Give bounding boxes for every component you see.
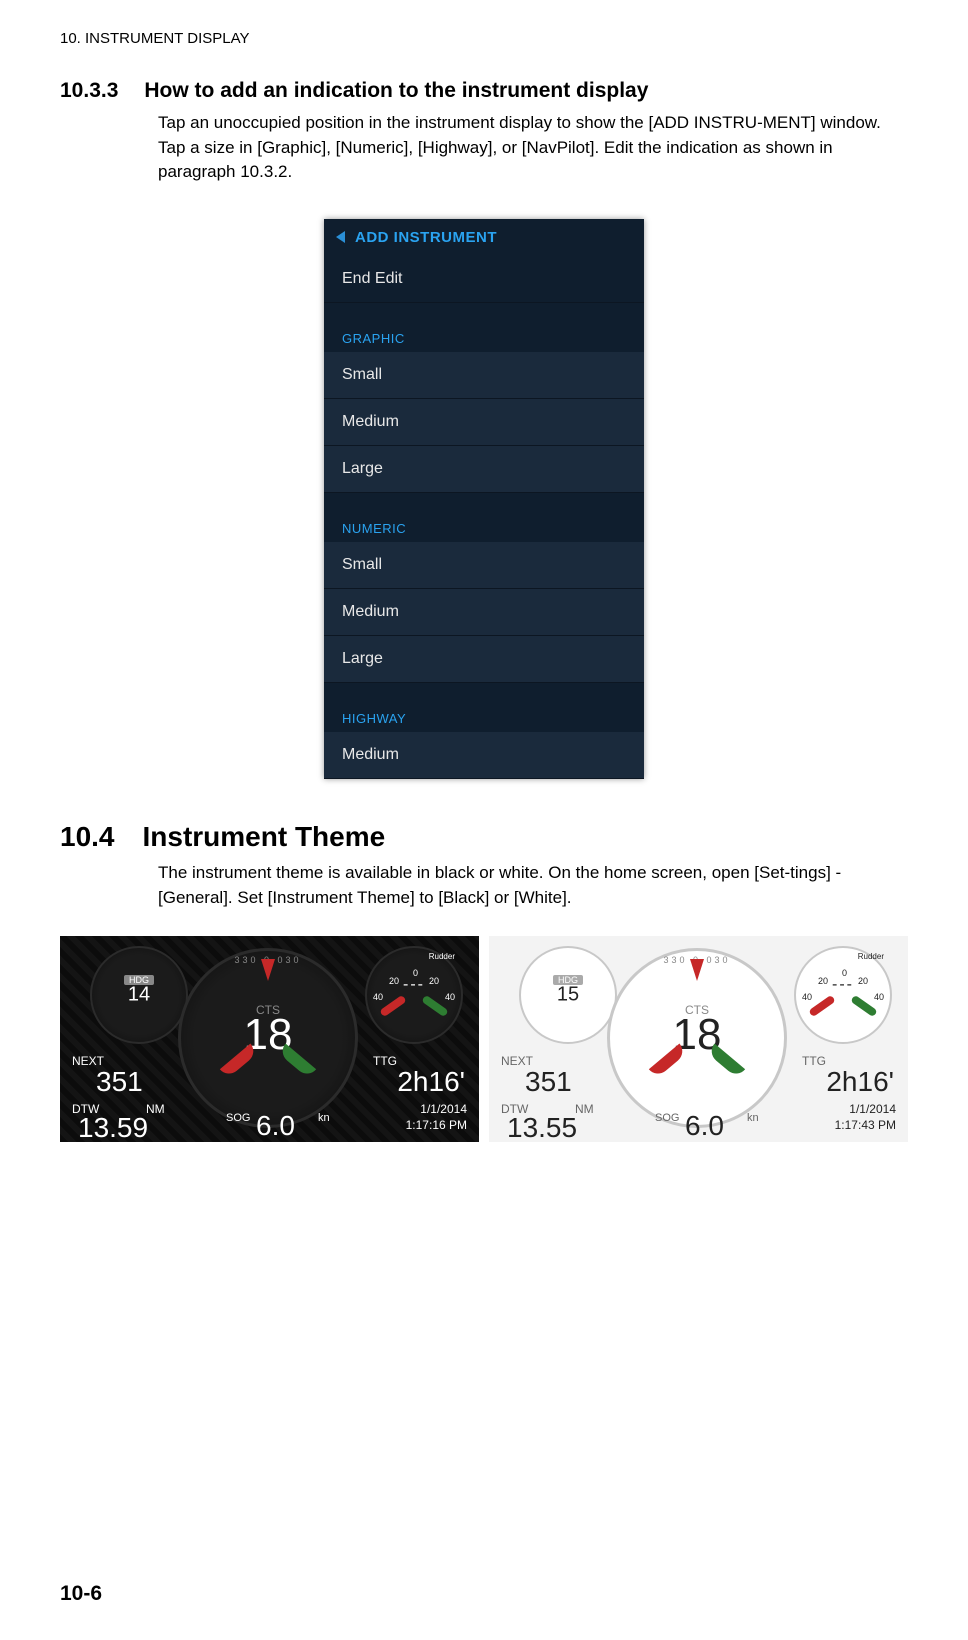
hdg-gauge: HDG 14: [90, 946, 188, 1044]
date-value: 1/1/2014: [420, 1102, 467, 1116]
rudder-label: Rudder: [858, 952, 884, 961]
page-number: 10-6: [60, 1582, 102, 1606]
panel-spacer: [324, 683, 644, 701]
rudder-scale-20l: 20: [389, 976, 399, 986]
panel-title: ADD INSTRUMENT: [355, 229, 497, 246]
ttg-value: 2h16': [826, 1066, 894, 1098]
sog-label: SOG: [226, 1112, 250, 1124]
section-title: How to add an indication to the instrume…: [144, 79, 648, 103]
rudder-scale-40r: 40: [445, 992, 455, 1002]
sog-value: 6.0: [256, 1110, 295, 1142]
category-highway: HIGHWAY: [324, 701, 644, 732]
rudder-scale-0: 0: [842, 968, 847, 978]
pointer-icon: [690, 959, 704, 981]
h2-body: The instrument theme is available in bla…: [158, 861, 908, 910]
sog-value: 6.0: [685, 1110, 724, 1142]
dtw-value: 13.55: [507, 1112, 577, 1142]
numeric-medium-row[interactable]: Medium: [324, 589, 644, 636]
panel-spacer: [324, 493, 644, 511]
rudder-scale-20r: 20: [429, 976, 439, 986]
section-10-3-3-heading: 10.3.3 How to add an indication to the i…: [60, 79, 908, 103]
rudder-label: Rudder: [429, 952, 455, 961]
rudder-scale-40l: 40: [373, 992, 383, 1002]
h2-title: Instrument Theme: [143, 821, 386, 853]
rudder-gauge: Rudder --- 40 20 0 20 40: [365, 946, 463, 1044]
hdg-gauge: HDG 15: [519, 946, 617, 1044]
dtw-unit: NM: [575, 1102, 594, 1116]
h2-number: 10.4: [60, 821, 115, 853]
numeric-small-row[interactable]: Small: [324, 542, 644, 589]
sog-unit: kn: [318, 1112, 330, 1124]
add-instrument-panel: ADD INSTRUMENT End Edit GRAPHIC Small Me…: [324, 219, 644, 779]
dtw-unit: NM: [146, 1102, 165, 1116]
category-graphic: GRAPHIC: [324, 321, 644, 352]
chapter-header: 10. INSTRUMENT DISPLAY: [60, 30, 908, 47]
rudder-scale-20l: 20: [818, 976, 828, 986]
ttg-value: 2h16': [397, 1066, 465, 1098]
hdg-value: 15: [521, 984, 615, 1007]
add-instrument-figure: ADD INSTRUMENT End Edit GRAPHIC Small Me…: [60, 219, 908, 779]
numeric-large-row[interactable]: Large: [324, 636, 644, 683]
next-value: 351: [96, 1066, 143, 1098]
date-value: 1/1/2014: [849, 1102, 896, 1116]
cts-gauge: 330 0 030 CTS 18: [178, 948, 358, 1128]
panel-header[interactable]: ADD INSTRUMENT: [324, 219, 644, 256]
rudder-red-icon: [379, 995, 407, 1018]
ttg-label: TTG: [373, 1054, 397, 1068]
next-value: 351: [525, 1066, 572, 1098]
panel-spacer: [324, 303, 644, 321]
rudder-red-icon: [808, 995, 836, 1018]
rudder-scale-20r: 20: [858, 976, 868, 986]
rudder-scale-40l: 40: [802, 992, 812, 1002]
category-numeric: NUMERIC: [324, 511, 644, 542]
graphic-medium-row[interactable]: Medium: [324, 399, 644, 446]
sog-label: SOG: [655, 1112, 679, 1124]
back-chevron-icon[interactable]: [336, 231, 345, 243]
hdg-value: 14: [92, 984, 186, 1007]
section-10-4-heading: 10.4 Instrument Theme: [60, 821, 908, 853]
theme-figures-row: HDG 14 330 0 030 CTS 18 Rudder --- 40 20…: [60, 936, 908, 1142]
section-number: 10.3.3: [60, 79, 118, 103]
graphic-large-row[interactable]: Large: [324, 446, 644, 493]
sog-unit: kn: [747, 1112, 759, 1124]
end-edit-row[interactable]: End Edit: [324, 256, 644, 303]
cts-gauge: 330 0 030 CTS 18: [607, 948, 787, 1128]
cts-value: 18: [181, 1010, 355, 1060]
rudder-scale-40r: 40: [874, 992, 884, 1002]
pointer-icon: [261, 959, 275, 981]
dtw-value: 13.59: [78, 1112, 148, 1142]
instrument-theme-white: HDG 15 330 0 030 CTS 18 Rudder --- 40 20…: [489, 936, 908, 1142]
graphic-small-row[interactable]: Small: [324, 352, 644, 399]
section-body: Tap an unoccupied position in the instru…: [158, 111, 908, 185]
time-value: 1:17:16 PM: [406, 1118, 467, 1132]
time-value: 1:17:43 PM: [835, 1118, 896, 1132]
ttg-label: TTG: [802, 1054, 826, 1068]
instrument-theme-black: HDG 14 330 0 030 CTS 18 Rudder --- 40 20…: [60, 936, 479, 1142]
highway-medium-row[interactable]: Medium: [324, 732, 644, 779]
cts-value: 18: [610, 1010, 784, 1060]
rudder-scale-0: 0: [413, 968, 418, 978]
rudder-gauge: Rudder --- 40 20 0 20 40: [794, 946, 892, 1044]
